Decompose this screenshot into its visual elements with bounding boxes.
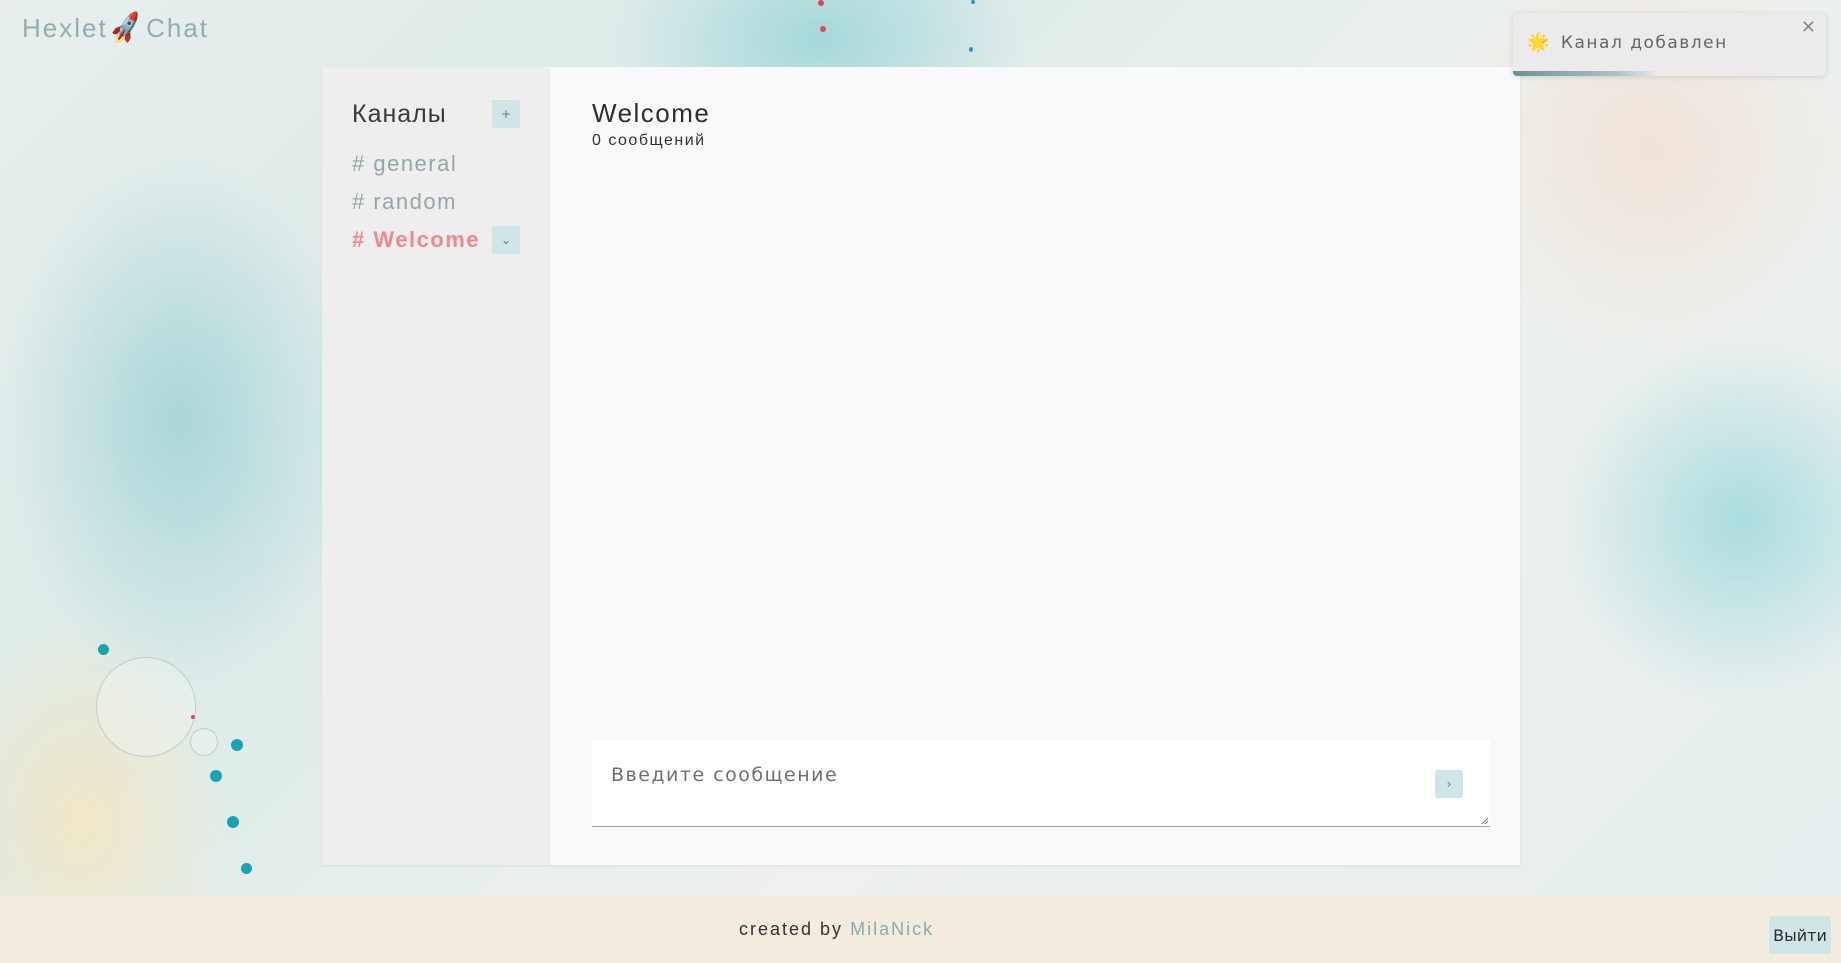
decor-bubble bbox=[190, 728, 218, 756]
message-count: 0 сообщений bbox=[592, 132, 706, 149]
brand-text-right: Chat bbox=[146, 13, 209, 43]
decor-dot bbox=[969, 47, 973, 52]
footer-credit: created by MilaNick bbox=[739, 919, 934, 940]
channel-item-welcome[interactable]: # Welcome ⌄ bbox=[352, 221, 520, 259]
message-input[interactable] bbox=[592, 740, 1490, 826]
message-list bbox=[592, 150, 1490, 740]
chat-app: Каналы + # general # random # Welcome ⌄ … bbox=[322, 67, 1520, 865]
logout-button[interactable]: Выйти bbox=[1769, 916, 1831, 954]
toast-progress-bar bbox=[1513, 71, 1661, 76]
author-link[interactable]: MilaNick bbox=[850, 919, 934, 939]
add-channel-button[interactable]: + bbox=[492, 100, 520, 128]
sun-icon: 🌟 bbox=[1527, 32, 1551, 53]
toast-content: 🌟 Канал добавлен bbox=[1527, 32, 1728, 53]
channels-sidebar: Каналы + # general # random # Welcome ⌄ bbox=[322, 67, 550, 865]
channel-label: # Welcome bbox=[352, 227, 481, 252]
decor-dot bbox=[231, 739, 243, 751]
close-icon[interactable]: ✕ bbox=[1801, 17, 1816, 38]
rocket-icon: 🚀 bbox=[106, 9, 147, 47]
send-button[interactable]: › bbox=[1435, 770, 1463, 798]
decor-bubble bbox=[96, 657, 196, 757]
message-composer: › bbox=[592, 740, 1490, 827]
decor-dot bbox=[971, 0, 975, 4]
channel-list: # general # random # Welcome ⌄ bbox=[352, 145, 520, 259]
channel-item-general[interactable]: # general bbox=[352, 145, 520, 183]
toast-message: Канал добавлен bbox=[1560, 32, 1728, 53]
decor-dot bbox=[818, 0, 824, 6]
channels-title: Каналы bbox=[352, 99, 447, 128]
decor-dot bbox=[241, 863, 252, 874]
channel-menu-button[interactable]: ⌄ bbox=[492, 226, 520, 254]
decor-dot bbox=[191, 715, 195, 719]
decor-dot bbox=[98, 644, 109, 655]
chat-main: Welcome 0 сообщений › bbox=[550, 67, 1520, 865]
decor-dot bbox=[210, 770, 222, 782]
channel-label: # general bbox=[352, 151, 458, 176]
credit-prefix: created by bbox=[739, 919, 844, 939]
channel-label: # random bbox=[352, 189, 457, 214]
decor-dot bbox=[227, 816, 239, 828]
page-footer: created by MilaNick bbox=[0, 896, 1841, 963]
channels-header: Каналы + bbox=[352, 97, 520, 131]
brand-text-left: Hexlet bbox=[22, 13, 108, 43]
brand-logo[interactable]: Hexlet🚀Chat bbox=[22, 9, 209, 47]
channel-title: Welcome bbox=[592, 98, 711, 128]
decor-dot bbox=[820, 26, 826, 32]
channel-item-random[interactable]: # random bbox=[352, 183, 520, 221]
toast-notification: 🌟 Канал добавлен ✕ bbox=[1513, 13, 1826, 76]
resize-handle-icon[interactable] bbox=[1481, 817, 1489, 825]
